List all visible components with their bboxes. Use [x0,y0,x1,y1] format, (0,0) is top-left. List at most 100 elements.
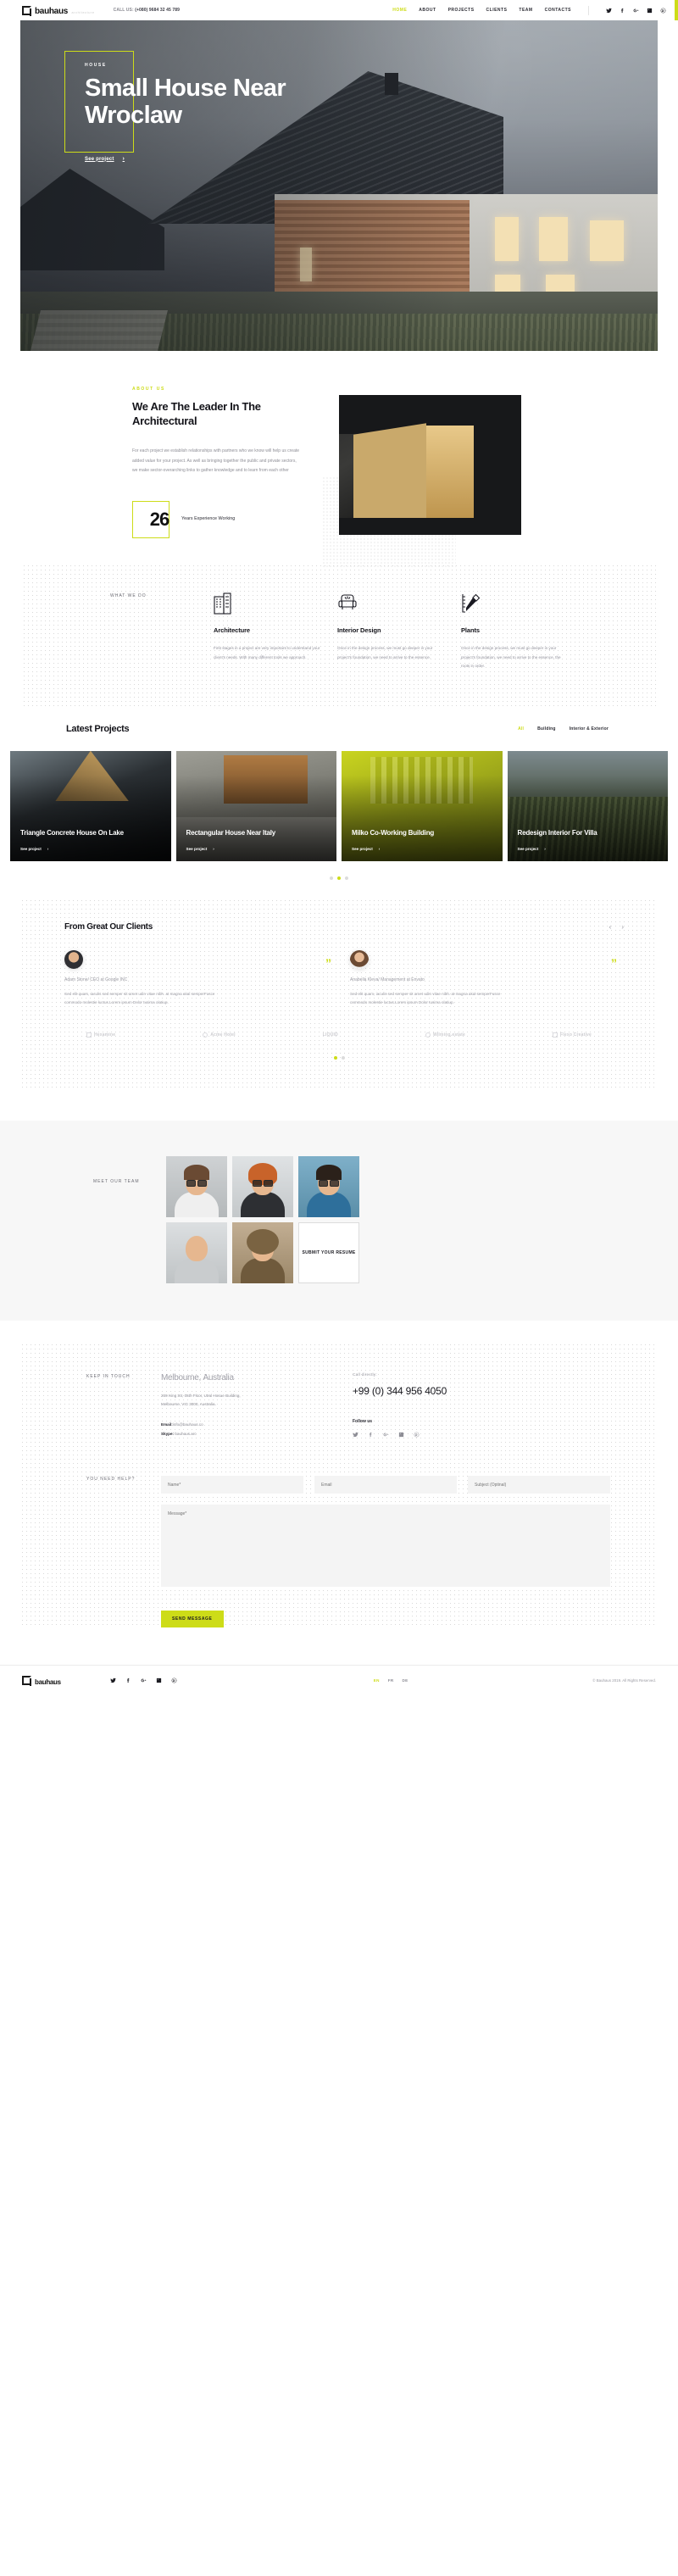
submit-resume-label: SUBMIT YOUR RESUME [302,1249,356,1255]
testimonial-role: / CEO at Google INC [87,976,128,982]
pager-dot-active[interactable] [333,1055,337,1060]
nav-item-clients[interactable]: CLIENTS [486,8,508,13]
project-see-project-link[interactable]: See project › [352,847,492,851]
nav-item-home[interactable]: HOME [392,8,407,13]
message-field[interactable] [161,1505,610,1588]
facebook-icon[interactable] [368,1432,374,1438]
google-plus-icon[interactable] [383,1432,389,1438]
hero-see-project-button[interactable]: See project › [85,156,125,162]
address-line-1: 269 King Str, 05th Floor, Utral Hosue Bu… [161,1393,241,1398]
behance-icon[interactable] [414,1432,420,1438]
google-plus-icon[interactable] [633,8,639,14]
nav-item-about[interactable]: ABOUT [419,8,436,13]
glasses-icon [186,1179,207,1187]
project-cta-label: See project [517,846,539,851]
call-block: Call directly: +99 (0) 344 956 4050 Foll… [331,1373,447,1438]
linkedin-icon[interactable] [398,1432,404,1438]
pager-dot[interactable] [330,876,333,880]
project-see-project-link[interactable]: See project › [518,847,659,851]
client-logo-label: Flexo Creative [560,1032,592,1038]
email-value: info@bauhaus.co [172,1422,203,1427]
about-body-text: For each project we establish relationsh… [132,448,300,473]
projects-grid: Triangle Concrete House On Lake See proj… [0,750,678,861]
service-text: Once in the design process, we must go d… [461,646,561,669]
submit-resume-card[interactable]: SUBMIT YOUR RESUME [298,1221,359,1283]
project-see-project-link[interactable]: See project › [186,847,327,851]
about-photo-shape-5 [339,518,521,535]
testimonial-author: Adam Stone/ CEO at Google INC [64,977,336,982]
service-card-plants[interactable]: Plants Once in the design process, we mu… [461,593,570,671]
brand-logo[interactable]: bauhaus architecture [22,3,95,17]
header-phone[interactable]: CALL US: (+080) 9684 32 45 789 [114,8,180,13]
twitter-icon[interactable] [606,8,612,14]
nav-item-contacts[interactable]: CONTACTS [545,8,571,13]
client-logo-label: Acme Hotel [210,1032,236,1038]
project-card[interactable]: Triangle Concrete House On Lake See proj… [10,750,171,861]
twitter-icon[interactable] [110,1677,116,1683]
project-card[interactable]: Milko Co-Working Building See project › [342,750,503,861]
behance-icon[interactable] [171,1677,177,1683]
member-head [186,1235,208,1261]
pager-dot[interactable] [341,1055,345,1060]
call-directly-number[interactable]: +99 (0) 344 956 4050 [353,1385,447,1397]
testimonial-text: Sed elit quam, iaculis sed semper sit am… [350,991,501,1004]
about-section: ABOUT US We Are The Leader In The Archit… [0,351,678,568]
filter-building[interactable]: Building [537,726,556,732]
chevron-left-icon[interactable]: ‹ [609,923,612,931]
lang-de[interactable]: DE [403,1678,408,1683]
drafting-icon [461,593,570,615]
email-row[interactable]: Email:info@bauhaus.co [161,1420,331,1429]
lang-en[interactable]: EN [374,1678,380,1683]
testimonial-name: Adam Stone [64,976,88,982]
skype-row[interactable]: Skype: bauhaus.arc [161,1429,331,1438]
client-logo: Acme Hotel [203,1032,236,1038]
facebook-icon[interactable] [620,8,625,14]
lang-fr[interactable]: FR [388,1678,394,1683]
service-card-interior-design[interactable]: Interior Design Once in the design proce… [337,593,446,671]
nav-item-team[interactable]: TEAM [519,8,532,13]
main-nav: HOME ABOUT PROJECTS CLIENTS TEAM CONTACT… [392,5,666,15]
chevron-right-icon: › [378,846,381,851]
facebook-icon[interactable] [125,1677,131,1683]
team-member-photo[interactable] [298,1155,359,1217]
projects-title: Latest Projects [66,723,130,734]
team-section: MEET OUR TEAM SUBMIT YOUR RESUME [0,1120,678,1321]
email-field[interactable] [314,1476,457,1494]
site-header: bauhaus architecture CALL US: (+080) 968… [0,0,678,20]
filter-interior-exterior[interactable]: Interior & Exterior [570,726,609,732]
client-logo: Hexamine [86,1032,115,1038]
header-phone-label: CALL US: [113,8,134,13]
testimonials-pager [20,1055,658,1060]
project-title: Triangle Concrete House On Lake [20,828,124,837]
linkedin-icon[interactable] [647,8,653,14]
chevron-right-icon[interactable]: › [621,923,624,931]
service-card-architecture[interactable]: Architecture First stages in a project a… [214,593,322,671]
subject-field[interactable] [468,1476,610,1494]
twitter-icon[interactable] [353,1432,358,1438]
header-phone-number: (+080) 9684 32 45 789 [135,8,181,13]
pager-dot[interactable] [345,876,348,880]
pager-dot-active[interactable] [337,876,341,880]
chevron-right-icon: › [213,846,214,851]
glasses-icon [319,1179,339,1187]
google-plus-icon[interactable] [141,1677,147,1683]
name-field[interactable] [161,1476,303,1494]
team-member-photo[interactable] [232,1221,293,1283]
project-card[interactable]: Rectangular House Near Italy See project… [175,750,336,861]
nav-item-projects[interactable]: PROJECTS [448,8,475,13]
team-heading: MEET OUR TEAM [93,1156,166,1283]
address-city-line: Melbourne, Australia [161,1373,331,1383]
linkedin-icon[interactable] [156,1677,162,1683]
send-message-button[interactable]: SEND MESSAGE [161,1611,224,1628]
member-body [307,1191,351,1217]
hero-content: HOUSE Small House Near Wroclaw [85,63,364,130]
project-see-project-link[interactable]: See project › [20,847,161,851]
project-card[interactable]: Redesign Interior For Villa See project … [507,750,668,861]
behance-icon[interactable] [660,8,666,14]
filter-all[interactable]: All [518,726,524,732]
team-member-photo[interactable] [166,1221,227,1283]
contact-section: KEEP IN TOUCH Melbourne, Australia 269 K… [20,1342,658,1628]
team-member-photo[interactable] [232,1155,293,1217]
footer-logo[interactable]: bauhaus [22,1674,61,1688]
team-member-photo[interactable] [166,1155,227,1217]
